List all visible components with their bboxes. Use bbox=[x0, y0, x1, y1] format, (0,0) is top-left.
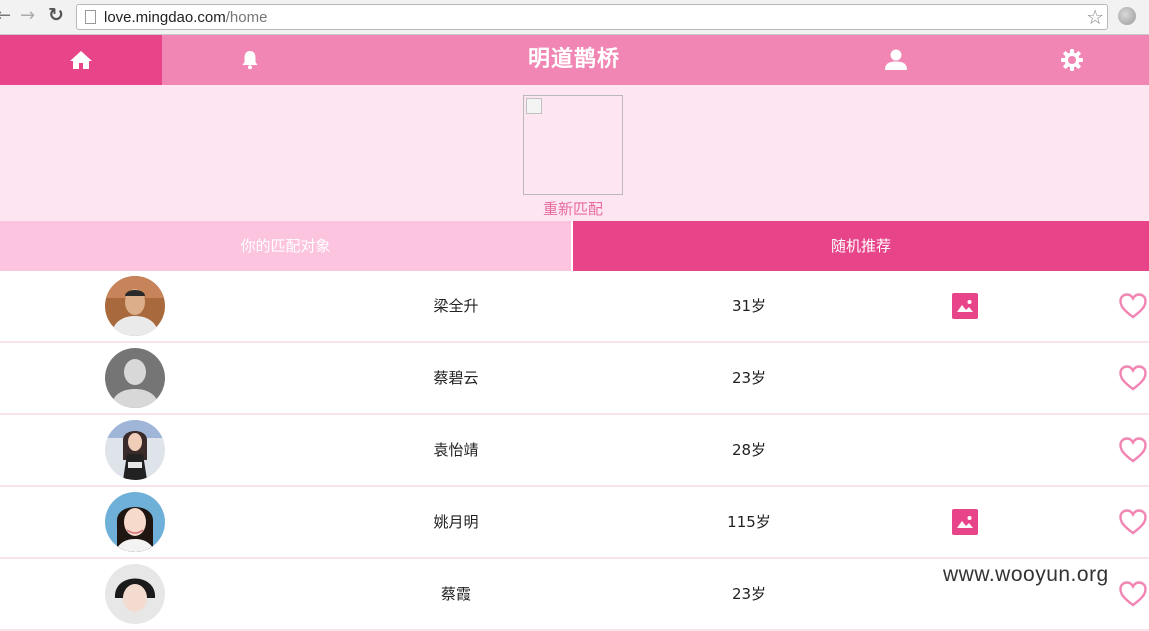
heart-icon[interactable] bbox=[1119, 581, 1147, 607]
address-bar[interactable]: love.mingdao.com/home ☆ bbox=[76, 4, 1108, 30]
reload-icon[interactable]: ↻ bbox=[48, 5, 64, 25]
forward-arrow-icon[interactable]: → bbox=[20, 6, 35, 26]
user-age: 115岁 bbox=[727, 513, 771, 531]
avatar[interactable] bbox=[105, 348, 165, 408]
user-name: 袁怡靖 bbox=[433, 441, 479, 459]
avatar[interactable] bbox=[105, 276, 165, 336]
tab-your-matches[interactable]: 你的匹配对象 bbox=[0, 221, 571, 271]
watermark: www.wooyun.org bbox=[943, 563, 1109, 586]
browser-toolbar: ← → ↻ love.mingdao.com/home ☆ bbox=[0, 0, 1149, 35]
gear-icon[interactable] bbox=[984, 35, 1149, 85]
list-item[interactable]: 姚月明 115岁 bbox=[0, 487, 1149, 559]
tab-random-recommend[interactable]: 随机推荐 bbox=[573, 221, 1149, 271]
bookmark-star-icon[interactable]: ☆ bbox=[1086, 5, 1104, 29]
url-text[interactable]: love.mingdao.com/home bbox=[104, 9, 267, 26]
list-item[interactable]: 蔡碧云 23岁 bbox=[0, 343, 1149, 415]
page-icon bbox=[85, 10, 96, 24]
user-name: 蔡碧云 bbox=[433, 369, 479, 387]
user-age: 23岁 bbox=[731, 585, 767, 603]
user-age: 28岁 bbox=[731, 441, 767, 459]
user-name: 姚月明 bbox=[433, 513, 479, 531]
app-title: 明道鹊桥 bbox=[527, 47, 620, 72]
rematch-button[interactable]: 重新匹配 bbox=[523, 198, 623, 219]
extension-globe-icon[interactable] bbox=[1118, 7, 1136, 25]
user-name: 蔡霞 bbox=[440, 585, 471, 603]
photo-album-icon[interactable] bbox=[952, 509, 978, 535]
list-item[interactable]: 袁怡靖 28岁 bbox=[0, 415, 1149, 487]
url-host: love.mingdao.com bbox=[104, 9, 226, 26]
broken-image-icon bbox=[526, 98, 542, 114]
home-icon[interactable] bbox=[0, 35, 162, 85]
bell-icon[interactable] bbox=[162, 35, 338, 85]
list-item[interactable]: 梁全升 31岁 bbox=[0, 271, 1149, 343]
user-age: 23岁 bbox=[731, 369, 767, 387]
avatar[interactable] bbox=[105, 564, 165, 624]
heart-icon[interactable] bbox=[1119, 437, 1147, 463]
nav-home-tab[interactable] bbox=[0, 35, 162, 85]
match-photo bbox=[523, 95, 623, 195]
list-tabs: 你的匹配对象 随机推荐 bbox=[0, 221, 1149, 271]
avatar[interactable] bbox=[105, 420, 165, 480]
heart-icon[interactable] bbox=[1119, 293, 1147, 319]
match-banner: 重新匹配 bbox=[0, 85, 1149, 221]
avatar[interactable] bbox=[105, 492, 165, 552]
heart-icon[interactable] bbox=[1119, 509, 1147, 535]
heart-icon[interactable] bbox=[1119, 365, 1147, 391]
app-nav-bar: 明道鹊桥 bbox=[0, 35, 1149, 85]
user-name: 梁全升 bbox=[433, 297, 479, 315]
user-age: 31岁 bbox=[731, 297, 767, 315]
url-path: /home bbox=[225, 9, 268, 26]
user-icon[interactable] bbox=[808, 35, 984, 85]
back-arrow-icon[interactable]: ← bbox=[0, 6, 11, 26]
photo-album-icon[interactable] bbox=[952, 293, 978, 319]
